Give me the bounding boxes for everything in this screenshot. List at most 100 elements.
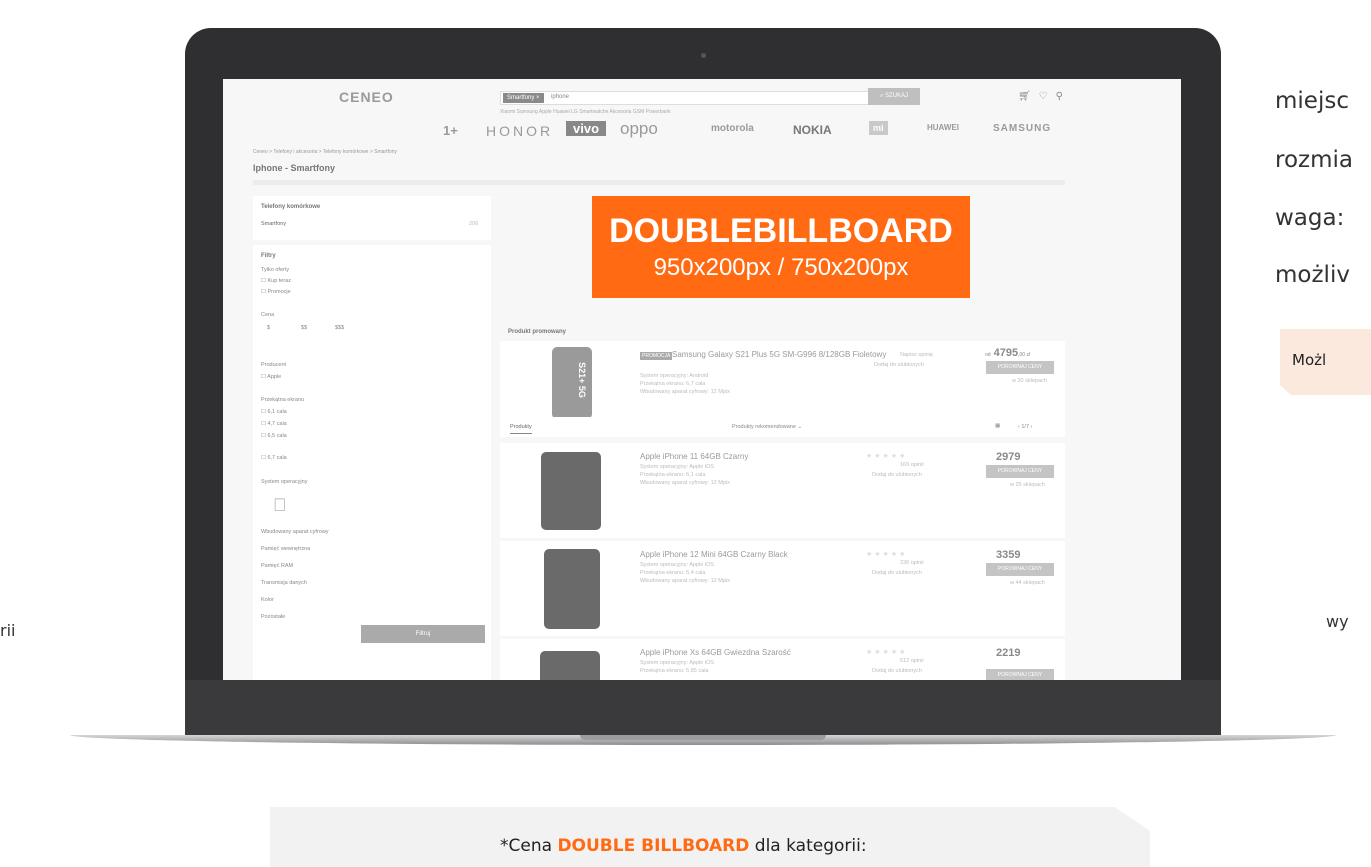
filter-collapsed[interactable]: Pozostałe — [261, 614, 285, 620]
product-price: 2979 — [996, 451, 1021, 463]
brand-logo[interactable]: vivo — [566, 121, 607, 136]
search-query: iphone — [551, 94, 570, 100]
brand-logo[interactable]: HUAWEI — [927, 123, 959, 132]
product-spec: System operacyjny: Apple iOS — [640, 464, 714, 470]
product-spec: Wbudowany aparat cyfrowy: 12 Mpix — [640, 389, 730, 395]
site-logo[interactable]: CENEO — [339, 89, 394, 105]
search-button[interactable]: ⌕ SZUKAJ — [868, 88, 920, 105]
price-option[interactable]: $ — [267, 325, 270, 331]
brand-logo[interactable]: SAMSUNG — [993, 123, 1051, 134]
user-icon[interactable]: ⚲ — [1056, 91, 1071, 102]
filter-option-label: 6,1 cala — [267, 409, 287, 415]
desc-line: możliv — [1275, 262, 1350, 288]
compare-prices-button[interactable]: POROWNAJ CENY — [986, 563, 1054, 576]
filter-button[interactable]: Filtruj — [361, 625, 485, 643]
product-spec: Przekątna ekranu: 6,1 cala — [640, 472, 706, 478]
filter-group-label[interactable]: Tylko oferty — [261, 267, 289, 273]
product-image[interactable] — [544, 549, 600, 629]
filter-option[interactable]: ☐ 6,7 cala — [261, 455, 287, 461]
add-favorite-link[interactable]: Dodaj do ulubionych — [872, 570, 922, 576]
laptop-bezel — [185, 680, 1221, 738]
price-option[interactable]: $$$ — [335, 325, 344, 331]
cart-icon[interactable]: 🛒︎ — [1018, 91, 1039, 102]
quick-links[interactable]: Xiaomi Samsung Apple Huawei LG Smartwatc… — [500, 109, 671, 115]
desc-line: miejsc — [1275, 88, 1349, 114]
product-name[interactable]: Apple iPhone 11 64GB Czarny — [640, 452, 748, 461]
category-chip[interactable]: Smartfony × — [503, 93, 544, 103]
review-count[interactable]: 236 opinii — [900, 560, 924, 566]
pager[interactable]: ‹ 1/7 › — [1018, 424, 1032, 430]
product-name[interactable]: Apple iPhone Xs 64GB Gwiezdna Szarość — [640, 648, 791, 657]
promoted-product[interactable]: S21+ 5G PROMOCJA Samsung Galaxy S21 Plus… — [500, 341, 1065, 423]
apple-icon[interactable]:  — [273, 495, 287, 516]
promoted-heading: Produkt promowany — [508, 329, 567, 335]
filter-collapsed[interactable]: Pamięć RAM — [261, 563, 293, 569]
billboard-sizes: 950x200px / 750x200px — [653, 254, 909, 281]
desc-line: waga: — [1275, 205, 1345, 231]
brand-logo[interactable]: mi — [869, 121, 888, 135]
filter-option[interactable]: ☐ Kup teraz — [261, 278, 291, 284]
brand-logo[interactable]: NOKIA — [793, 123, 832, 137]
brand-logo[interactable]: HONOR — [486, 123, 553, 139]
heart-icon[interactable]: ♡ — [1039, 91, 1056, 102]
search-input[interactable]: Smartfony × iphone — [500, 91, 882, 105]
product-row[interactable]: Apple iPhone 12 Mini 64GB Czarny Black S… — [500, 541, 1065, 636]
store-count: w 25 sklepach — [1010, 482, 1045, 488]
breadcrumb[interactable]: Ceneo > Telefony i akcesoria > Telefony … — [253, 149, 397, 155]
filter-group-label[interactable]: System operacyjny — [261, 479, 307, 485]
sort-select-label: Produkty rekomendowane — [732, 424, 796, 430]
add-favorite-link[interactable]: Dodaj do ulubionych — [872, 472, 922, 478]
review-count[interactable]: 169 opinii — [900, 462, 924, 468]
category-item[interactable]: Smartfony — [261, 221, 286, 227]
price-note-prefix: *Cena — [500, 836, 558, 856]
options-label: Możl — [1292, 351, 1327, 369]
product-image[interactable] — [540, 651, 600, 680]
product-name[interactable]: Apple iPhone 12 Mini 64GB Czarny Black — [640, 550, 788, 559]
product-spec: Przekątna ekranu: 5,4 cala — [640, 570, 706, 576]
rating-stars: ★★★★★ — [866, 453, 908, 460]
brand-logo[interactable]: motorola — [711, 123, 754, 134]
category-box: Telefony komórkowe Smartfony 206 — [253, 196, 491, 240]
product-name[interactable]: Samsung Galaxy S21 Plus 5G SM-G996 8/128… — [672, 350, 892, 360]
product-image[interactable] — [541, 452, 601, 530]
product-image[interactable]: S21+ 5G — [552, 347, 592, 419]
camera-icon — [701, 53, 706, 58]
search-button-label: SZUKAJ — [885, 93, 909, 99]
add-favorite-link[interactable]: Dodaj do ulubionych — [872, 668, 922, 674]
brand-logo[interactable]: 1+ — [443, 123, 458, 138]
filter-option-label: Promocje — [267, 289, 291, 295]
brand-logo[interactable]: oppo — [620, 119, 658, 139]
filter-collapsed[interactable]: Pamięć wewnętrzna — [261, 546, 310, 552]
add-favorite-link[interactable]: Dodaj do ulubionych — [874, 362, 924, 368]
compare-prices-button[interactable]: POROWNAJ CENY — [986, 669, 1054, 680]
review-count[interactable]: 512 opinii — [900, 658, 924, 664]
filter-option[interactable]: ☐ 6,1 cala — [261, 409, 287, 415]
price-option[interactable]: $$ — [301, 325, 307, 331]
product-spec: Wbudowany aparat cyfrowy: 12 Mpix — [640, 578, 730, 584]
sort-select[interactable]: Produkty rekomendowane ⌄ — [732, 424, 802, 430]
laptop-notch — [580, 735, 826, 740]
filters-panel: Filtry Tylko oferty ☐ Kup teraz ☐ Promoc… — [253, 245, 491, 680]
filter-option[interactable]: ☐ Promocje — [261, 289, 291, 295]
filter-group-label[interactable]: Cena — [261, 312, 274, 318]
chevron-down-icon: ⌄ — [797, 424, 803, 430]
filter-collapsed[interactable]: Transmisja danych — [261, 580, 307, 586]
product-row[interactable]: Apple iPhone Xs 64GB Gwiezdna Szarość Sy… — [500, 639, 1065, 680]
filter-option[interactable]: ☐ Apple — [261, 374, 281, 380]
product-row[interactable]: Apple iPhone 11 64GB Czarny System opera… — [500, 443, 1065, 538]
double-billboard-ad[interactable]: DOUBLEBILLBOARD 950x200px / 750x200px — [592, 196, 970, 298]
product-spec: System operacyjny: Apple iOS — [640, 562, 714, 568]
filter-option[interactable]: ☐ 6,5 cala — [261, 433, 287, 439]
filter-option-label: Kup teraz — [267, 278, 292, 284]
write-review-link[interactable]: Napisz opinię — [900, 352, 933, 358]
compare-prices-button[interactable]: POROWNAJ CENY — [986, 361, 1054, 374]
filter-group-label[interactable]: Producent — [261, 362, 286, 368]
filter-collapsed[interactable]: Kolor — [261, 597, 274, 603]
filter-collapsed[interactable]: Wbudowany aparat cyfrowy — [261, 529, 329, 535]
filter-option[interactable]: ☐ 4,7 cala — [261, 421, 287, 427]
product-spec: Wbudowany aparat cyfrowy: 12 Mpix — [640, 480, 730, 486]
grid-view-icon[interactable]: ▦ — [995, 423, 1000, 429]
tab-products[interactable]: Produkty — [510, 424, 532, 434]
compare-prices-button[interactable]: POROWNAJ CENY — [986, 465, 1054, 478]
filter-group-label[interactable]: Przekątna ekranu — [261, 397, 304, 403]
